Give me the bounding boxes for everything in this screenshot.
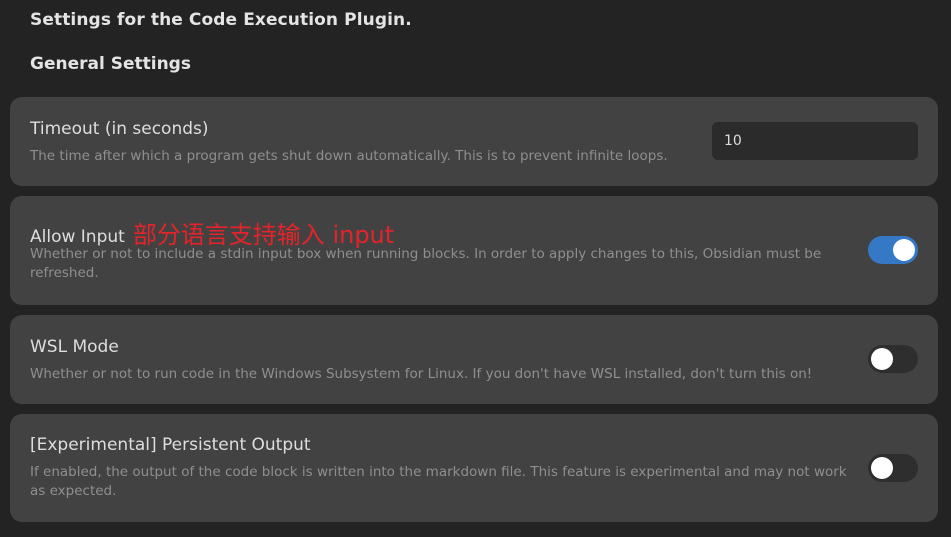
plugin-settings-title: Settings for the Code Execution Plugin. [30, 10, 412, 30]
toggle-knob [871, 348, 893, 370]
setting-item-timeout: Timeout (in seconds) The time after whic… [10, 97, 938, 186]
setting-description-allow-input: Whether or not to include a stdin input … [30, 246, 822, 281]
setting-item-persistent-output: [Experimental] Persistent Output If enab… [10, 414, 938, 522]
setting-description-persistent-output: If enabled, the output of the code block… [30, 464, 847, 499]
allow-input-toggle[interactable] [868, 236, 918, 264]
persistent-output-toggle[interactable] [868, 454, 918, 482]
setting-description-timeout: The time after which a program gets shut… [30, 148, 668, 164]
toggle-knob [871, 457, 893, 479]
setting-description-wsl-mode: Whether or not to run code in the Window… [30, 366, 813, 382]
setting-item-wsl-mode: WSL Mode Whether or not to run code in t… [10, 315, 938, 404]
setting-name-timeout: Timeout (in seconds) [30, 119, 209, 139]
section-heading-general: General Settings [30, 54, 191, 74]
timeout-input[interactable] [712, 122, 918, 160]
wsl-mode-toggle[interactable] [868, 345, 918, 373]
setting-name-wsl-mode: WSL Mode [30, 337, 119, 357]
setting-name-allow-input-label: Allow Input [30, 227, 125, 247]
toggle-knob [893, 239, 915, 261]
setting-item-allow-input: Allow Input 部分语言支持输入 input Whether or not… [10, 196, 938, 305]
setting-name-persistent-output: [Experimental] Persistent Output [30, 435, 311, 455]
settings-page: Settings for the Code Execution Plugin. … [0, 0, 951, 537]
